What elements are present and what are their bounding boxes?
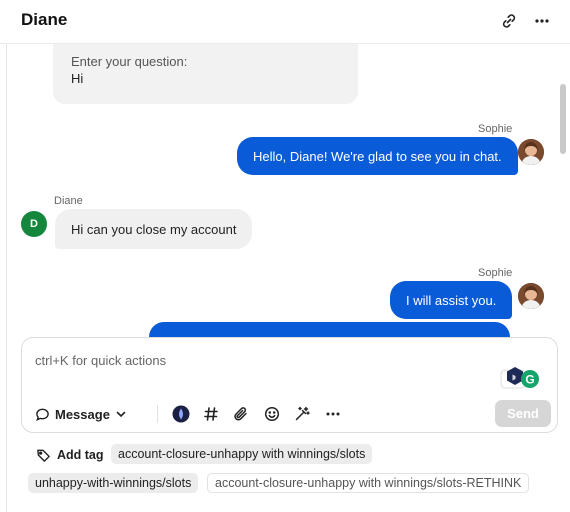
- message-composer[interactable]: ctrl+K for quick actions G Message Send: [21, 337, 558, 433]
- agent-avatar-image: [518, 139, 544, 165]
- agent-avatar-image: [518, 283, 544, 309]
- tag-icon: [37, 449, 50, 462]
- message-sender-name: Diane: [54, 195, 83, 207]
- add-tag-button[interactable]: Add tag: [36, 446, 104, 464]
- tag-chip[interactable]: account-closure-unhappy with winnings/sl…: [111, 444, 373, 464]
- smiley-icon: [264, 406, 280, 422]
- add-tag-label: Add tag: [57, 448, 104, 462]
- message-type-dropdown[interactable]: Message: [35, 402, 127, 426]
- form-answer: Hi: [71, 71, 84, 86]
- pre-chat-form-card: Enter your question: Hi: [53, 44, 358, 104]
- message-type-label: Message: [55, 406, 110, 422]
- chat-header: Diane: [0, 0, 570, 44]
- tag-chip[interactable]: unhappy-with-winnings/slots: [28, 473, 199, 493]
- paperclip-icon: [234, 407, 247, 421]
- form-question-label: Enter your question:: [71, 54, 188, 69]
- customer-avatar: D: [21, 211, 47, 237]
- composer-toolbar: Message Send: [35, 400, 551, 427]
- more-horizontal-icon: [535, 19, 549, 23]
- link-icon: [502, 14, 516, 28]
- ai-assist-button[interactable]: [170, 402, 192, 426]
- more-horizontal-icon: [326, 412, 340, 416]
- send-button[interactable]: Send: [495, 400, 551, 427]
- magic-write-button[interactable]: [291, 402, 313, 426]
- chat-transcript[interactable]: Enter your question: Hi Sophie Hello, Di…: [7, 44, 570, 340]
- message-bubble-outgoing: I will assist you.: [390, 281, 513, 319]
- customer-name-title: Diane: [21, 10, 68, 29]
- toolbar-divider: [157, 405, 158, 423]
- agent-avatar: [518, 283, 544, 309]
- copy-link-button[interactable]: [497, 9, 521, 33]
- attach-file-button[interactable]: [230, 402, 252, 426]
- ai-assist-icon: [172, 405, 190, 423]
- hashtag-icon: [204, 407, 218, 421]
- chevron-down-icon: [116, 411, 126, 418]
- message-bubble-incoming: Hi can you close my account: [55, 209, 253, 249]
- more-options-button[interactable]: [530, 9, 554, 33]
- message-sender-name: Sophie: [478, 123, 513, 135]
- tag-chip[interactable]: account-closure-unhappy with winnings/sl…: [207, 473, 530, 493]
- composer-placeholder[interactable]: ctrl+K for quick actions: [35, 353, 166, 368]
- agent-avatar: [518, 139, 544, 165]
- message-sender-name: Sophie: [478, 267, 513, 279]
- grammar-assistant-badge[interactable]: G: [500, 364, 542, 392]
- emoji-button[interactable]: [261, 402, 283, 426]
- chat-scrollbar[interactable]: [560, 84, 566, 154]
- grammar-assistant-icon: G: [500, 367, 539, 389]
- chat-bubble-icon: [36, 408, 49, 421]
- message-bubble-outgoing: Hello, Diane! We're glad to see you in c…: [237, 137, 518, 175]
- insert-hashtag-button[interactable]: [200, 402, 222, 426]
- more-tools-button[interactable]: [322, 402, 344, 426]
- magic-wand-icon: [295, 406, 310, 421]
- grammar-assistant-letter: G: [525, 373, 534, 387]
